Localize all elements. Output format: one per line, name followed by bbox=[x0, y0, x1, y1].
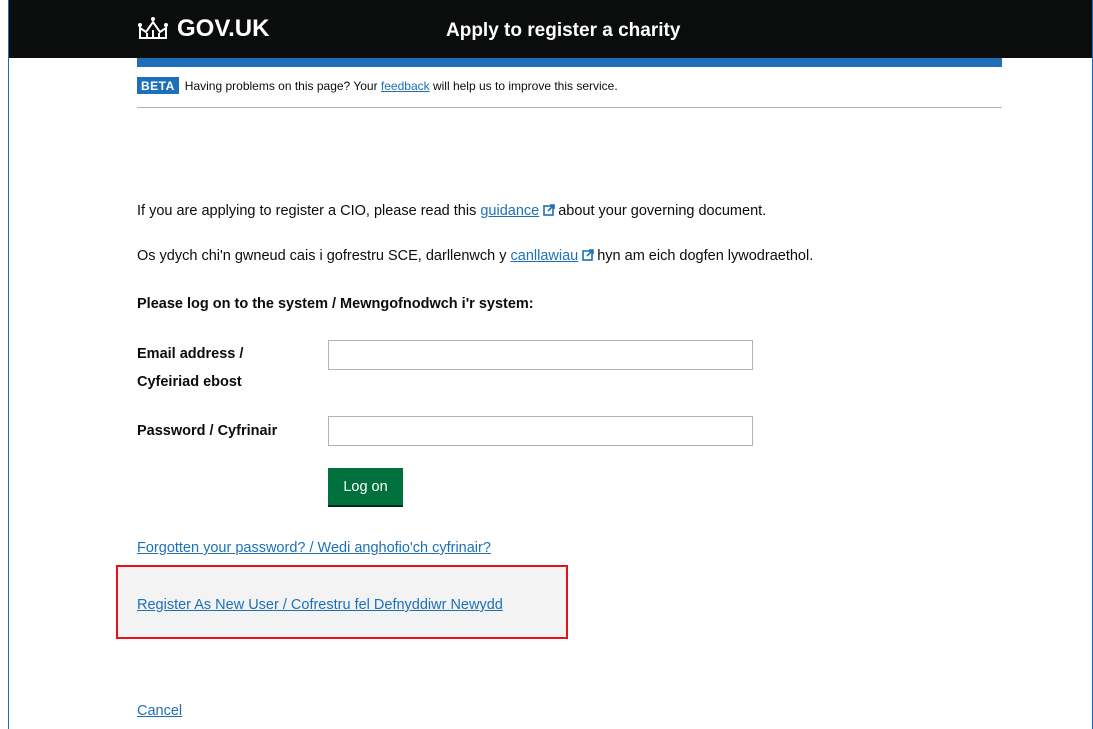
para1-text-after: about your governing document. bbox=[558, 203, 767, 219]
email-label-line2: Cyfeiriad ebost bbox=[137, 374, 242, 390]
phase-banner: BETA Having problems on this page? Your … bbox=[137, 77, 1002, 108]
canllawiau-link[interactable]: canllawiau bbox=[511, 248, 579, 264]
phase-text-after: will help us to improve this service. bbox=[429, 79, 618, 93]
header-blue-bar bbox=[137, 58, 1002, 67]
beta-tag: BETA bbox=[137, 77, 179, 94]
feedback-link[interactable]: feedback bbox=[381, 79, 430, 93]
login-heading: Please log on to the system / Mewngofnod… bbox=[137, 296, 534, 312]
register-new-user-link[interactable]: Register As New User / Cofrestru fel Def… bbox=[137, 597, 503, 613]
para1-text-before: If you are applying to register a CIO, p… bbox=[137, 203, 481, 219]
external-link-icon bbox=[543, 204, 556, 216]
window-border-left bbox=[8, 0, 9, 729]
guidance-link[interactable]: guidance bbox=[480, 203, 539, 219]
log-on-button[interactable]: Log on bbox=[328, 468, 403, 505]
sce-guidance-paragraph: Os ydych chi'n gwneud cais i gofrestru S… bbox=[137, 248, 813, 264]
forgot-password-link[interactable]: Forgotten your password? / Wedi anghofio… bbox=[137, 540, 491, 556]
email-field[interactable] bbox=[328, 340, 753, 370]
cancel-link[interactable]: Cancel bbox=[137, 703, 182, 719]
password-label: Password / Cyfrinair bbox=[137, 423, 278, 439]
para2-text-before: Os ydych chi'n gwneud cais i gofrestru S… bbox=[137, 248, 511, 264]
cio-guidance-paragraph: If you are applying to register a CIO, p… bbox=[137, 203, 766, 219]
phase-text-before: Having problems on this page? Your bbox=[184, 79, 381, 93]
external-link-icon bbox=[582, 249, 595, 261]
para2-text-after: hyn am eich dogfen lywodraethol. bbox=[597, 248, 814, 264]
logo-text: GOV.UK bbox=[177, 15, 270, 42]
email-label-line1: Email address / bbox=[137, 346, 244, 362]
password-field[interactable] bbox=[328, 416, 753, 446]
phase-banner-text: Having problems on this page? Your feedb… bbox=[185, 77, 618, 93]
govuk-logo-link[interactable]: GOV.UK bbox=[137, 14, 269, 44]
email-label: Email address / Cyfeiriad ebost bbox=[137, 340, 243, 396]
service-name[interactable]: Apply to register a charity bbox=[446, 20, 680, 42]
crown-icon bbox=[137, 15, 171, 43]
